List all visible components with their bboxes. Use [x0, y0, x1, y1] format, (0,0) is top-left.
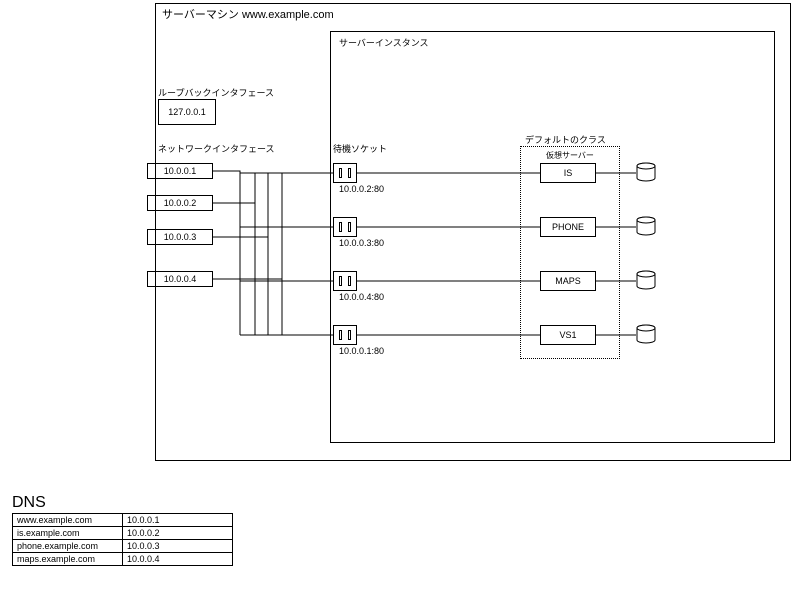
nif-4: 10.0.0.4 [147, 271, 213, 287]
pin-icon [348, 276, 351, 286]
database-icon [636, 270, 656, 290]
vs-maps: MAPS [540, 271, 596, 291]
pin-icon [348, 168, 351, 178]
vs-is: IS [540, 163, 596, 183]
vs-vs1: VS1 [540, 325, 596, 345]
table-row: maps.example.com10.0.0.4 [13, 553, 233, 566]
socket-4 [333, 325, 357, 345]
server-machine-title: サーバーマシン www.example.com [162, 6, 334, 22]
loopback-label: ループバックインタフェース [158, 86, 274, 99]
pin-icon [348, 222, 351, 232]
dns-title: DNS [12, 494, 46, 512]
vs-phone: PHONE [540, 217, 596, 237]
pin-icon [339, 222, 342, 232]
dns-table: www.example.com10.0.0.1 is.example.com10… [12, 513, 233, 566]
database-icon [636, 162, 656, 182]
network-interfaces-label: ネットワークインタフェース [158, 142, 275, 155]
listen-sockets-label: 待機ソケット [333, 142, 387, 155]
socket-4-addr: 10.0.0.1:80 [339, 346, 384, 356]
pin-icon [339, 276, 342, 286]
loopback-ip-box: 127.0.0.1 [158, 99, 216, 125]
pin-icon [339, 330, 342, 340]
table-row: www.example.com10.0.0.1 [13, 514, 233, 527]
socket-2-addr: 10.0.0.3:80 [339, 238, 384, 248]
pin-icon [348, 330, 351, 340]
loopback-ip: 127.0.0.1 [168, 107, 206, 117]
nif-2: 10.0.0.2 [147, 195, 213, 211]
database-icon [636, 324, 656, 344]
pin-icon [339, 168, 342, 178]
socket-1 [333, 163, 357, 183]
server-instance-title: サーバーインスタンス [339, 36, 429, 49]
socket-3 [333, 271, 357, 291]
nif-1: 10.0.0.1 [147, 163, 213, 179]
socket-2 [333, 217, 357, 237]
default-class-label: デフォルトのクラス [525, 133, 606, 146]
nif-3: 10.0.0.3 [147, 229, 213, 245]
table-row: phone.example.com10.0.0.3 [13, 540, 233, 553]
table-row: is.example.com10.0.0.2 [13, 527, 233, 540]
socket-3-addr: 10.0.0.4:80 [339, 292, 384, 302]
socket-1-addr: 10.0.0.2:80 [339, 184, 384, 194]
database-icon [636, 216, 656, 236]
virtual-servers-label: 仮想サーバー [546, 150, 594, 161]
